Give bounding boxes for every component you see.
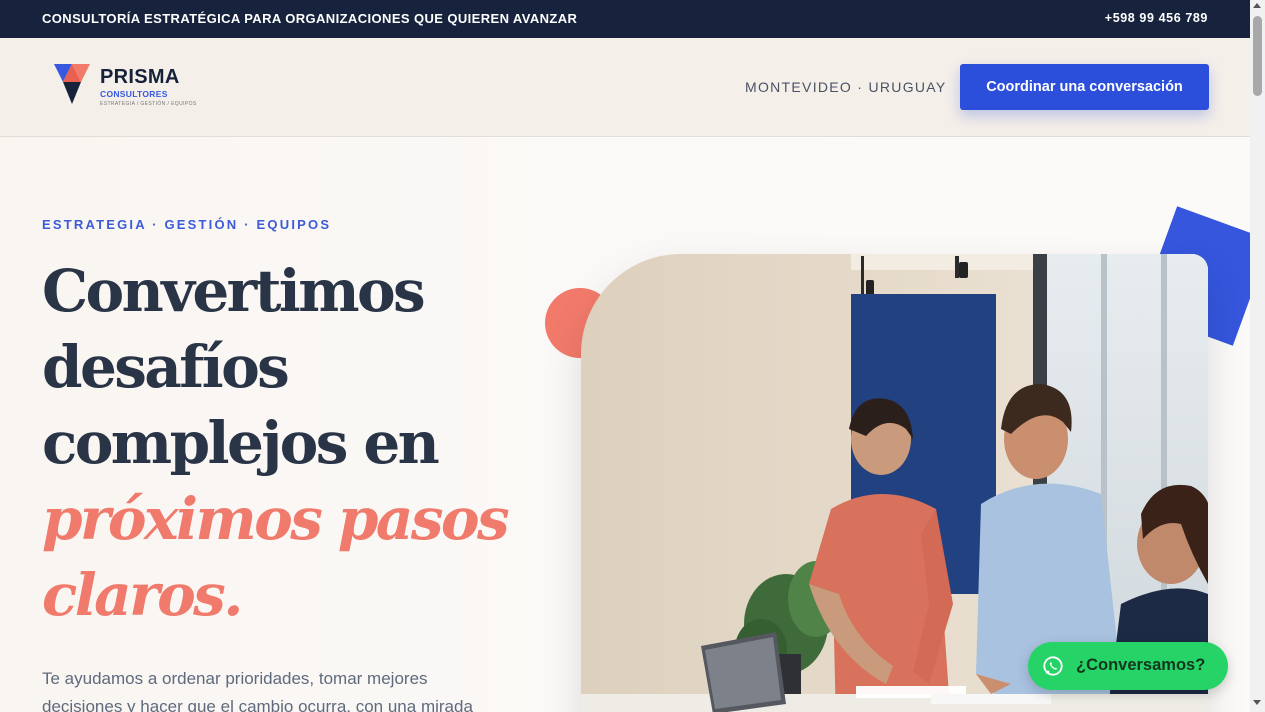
whatsapp-chat-button[interactable]: ¿Conversamos? xyxy=(1028,642,1228,690)
location-label: MONTEVIDEO · URUGUAY xyxy=(745,79,947,95)
hero-eyebrow: ESTRATEGIA · GESTIÓN · EQUIPOS xyxy=(42,217,332,232)
logo-subtitle: CONSULTORES xyxy=(100,89,168,99)
page-scrollbar[interactable] xyxy=(1250,0,1265,712)
headline-line-1: Convertimos xyxy=(42,257,426,325)
headline-line-3: complejos en xyxy=(42,409,440,477)
topbar-phone-link[interactable]: +598 99 456 789 xyxy=(1105,11,1208,25)
headline-line-2: desafíos xyxy=(42,333,290,401)
top-announcement-bar: CONSULTORÍA ESTRATÉGICA PARA ORGANIZACIO… xyxy=(0,0,1250,38)
headline-accent-2: claros. xyxy=(42,561,243,629)
logo-name: PRISMA xyxy=(100,66,180,88)
site-header: PRISMA CONSULTORES ESTRATEGIA / GESTIÓN … xyxy=(0,38,1250,137)
scroll-up-arrow-icon[interactable] xyxy=(1253,3,1261,8)
logo[interactable]: PRISMA CONSULTORES ESTRATEGIA / GESTIÓN … xyxy=(54,64,204,110)
whatsapp-icon xyxy=(1043,656,1063,676)
scroll-down-arrow-icon[interactable] xyxy=(1253,700,1261,705)
hero-headline: Convertimos desafíos complejos en próxim… xyxy=(42,253,562,633)
hero-lead-paragraph: Te ayudamos a ordenar prioridades, tomar… xyxy=(42,669,473,712)
topbar-tagline: CONSULTORÍA ESTRATÉGICA PARA ORGANIZACIO… xyxy=(42,11,578,26)
prisma-logo-icon xyxy=(54,64,90,104)
schedule-conversation-button[interactable]: Coordinar una conversación xyxy=(960,64,1209,110)
logo-tagline: ESTRATEGIA / GESTIÓN / EQUIPOS xyxy=(100,101,197,107)
hero-section: ESTRATEGIA · GESTIÓN · EQUIPOS Convertim… xyxy=(0,137,1250,712)
scrollbar-thumb[interactable] xyxy=(1253,16,1262,96)
whatsapp-label: ¿Conversamos? xyxy=(1076,656,1206,674)
headline-accent-1: próximos pasos xyxy=(42,485,510,553)
